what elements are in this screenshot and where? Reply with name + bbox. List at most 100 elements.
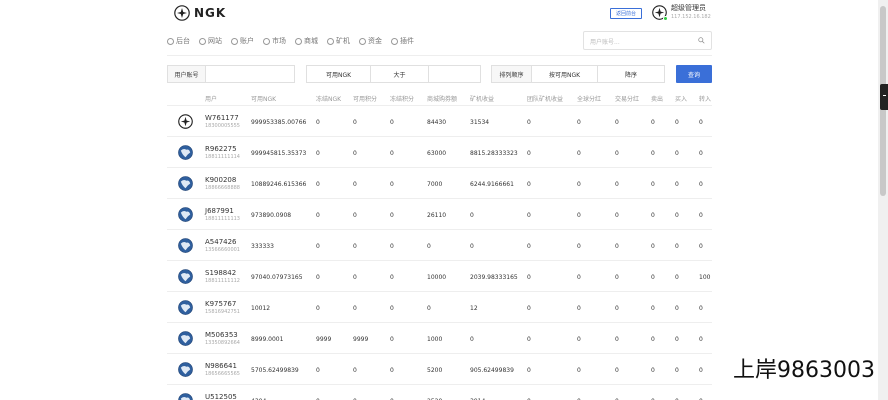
table-row[interactable]: S198842 18811111112 97040.07973165 0 0 0 10000… xyxy=(167,261,712,292)
table-cell: 0 xyxy=(699,150,703,157)
table-cell: 5200 xyxy=(427,367,443,374)
column-header[interactable]: 商城购券额 xyxy=(427,94,457,103)
operator-select[interactable]: 大于 xyxy=(370,65,429,83)
nav-item-7[interactable]: 插件 xyxy=(391,36,414,46)
user-name: 超级管理员 xyxy=(671,4,706,12)
table-cell: 9999 xyxy=(353,336,369,343)
table-row[interactable]: J687991 18811111113 973890.0908 0 0 0 26110 0 0 0… xyxy=(167,199,712,230)
sort-field-select[interactable]: 按可用NGK xyxy=(531,65,598,83)
user-id[interactable]: A547426 xyxy=(205,238,237,246)
column-header[interactable]: 全球分红 xyxy=(577,94,601,103)
nav-item-6[interactable]: 资金 xyxy=(359,36,382,46)
table-cell: 97040.07973165 xyxy=(251,274,303,281)
table-cell: 5705.62499839 xyxy=(251,367,299,374)
nav-item-0[interactable]: 后台 xyxy=(167,36,190,46)
nav-search-box[interactable]: 用户账号... xyxy=(583,31,712,50)
column-header[interactable]: 用户 xyxy=(205,94,217,103)
user-id[interactable]: W761177 xyxy=(205,114,239,122)
user-id[interactable]: R962275 xyxy=(205,145,237,153)
table-cell: 0 xyxy=(527,181,531,188)
column-header[interactable]: 可用积分 xyxy=(353,94,377,103)
table-cell: 0 xyxy=(527,119,531,126)
column-header[interactable]: 可用NGK xyxy=(251,94,276,103)
nav-item-label: 后台 xyxy=(176,37,190,45)
user-id[interactable]: N986641 xyxy=(205,362,237,370)
table-cell: 10012 xyxy=(251,305,271,312)
user-id[interactable]: K900208 xyxy=(205,176,236,184)
column-header[interactable]: 买入 xyxy=(675,94,687,103)
table-row[interactable]: A547426 13566660001 333333 0 0 0 0 0 0 0 0 0 0 0 xyxy=(167,230,712,261)
column-header[interactable]: 冻结积分 xyxy=(390,94,414,103)
table-cell: 0 xyxy=(615,119,619,126)
table-cell: 0 xyxy=(470,212,474,219)
table-cell: 0 xyxy=(390,119,394,126)
table-cell: 0 xyxy=(651,336,655,343)
user-id[interactable]: K975767 xyxy=(205,300,236,308)
nav-item-4[interactable]: 商城 xyxy=(295,36,318,46)
table-cell: 0 xyxy=(353,150,357,157)
search-icon[interactable] xyxy=(698,37,705,44)
table-cell: 0 xyxy=(527,243,531,250)
nav-item-label: 资金 xyxy=(368,37,382,45)
watermark-text: 上岸9863003 xyxy=(733,358,875,383)
table-cell: 0 xyxy=(316,181,320,188)
user-menu[interactable]: 超级管理员 117.152.16.182 xyxy=(652,4,711,21)
column-header[interactable]: 转入 xyxy=(699,94,711,103)
column-header[interactable]: 冻结NGK xyxy=(316,94,341,103)
user-phone: 18300005555 xyxy=(205,123,240,129)
table-row[interactable]: K900208 18866668888 10889246.615366 0 0 0 7000… xyxy=(167,168,712,199)
search-button[interactable]: 查询 xyxy=(676,65,712,83)
table-header: 用户 可用NGK 冻结NGK 可用积分 冻结积分 商城购券额 矿机收益 团队矿机收益 全球分红 交… xyxy=(167,90,712,106)
cart-icon xyxy=(295,37,302,45)
nav-item-3[interactable]: 市场 xyxy=(263,36,286,46)
table-cell: 8999.0001 xyxy=(251,336,284,343)
column-header[interactable]: 团队矿机收益 xyxy=(527,94,563,103)
table-row[interactable]: R962275 18811111114 999945815.35373 0 0 0 6300… xyxy=(167,137,712,168)
nav-item-2[interactable]: 账户 xyxy=(231,36,254,46)
nav-item-1[interactable]: 网站 xyxy=(199,36,222,46)
table-cell: 1000 xyxy=(427,336,443,343)
side-panel-tab[interactable] xyxy=(880,84,888,110)
globe-avatar-icon xyxy=(178,145,193,160)
table-cell: 0 xyxy=(470,243,474,250)
globe-avatar-icon xyxy=(178,238,193,253)
table-cell: 0 xyxy=(699,119,703,126)
column-header[interactable]: 卖出 xyxy=(651,94,663,103)
user-id[interactable]: S198842 xyxy=(205,269,236,277)
page-scrollbar[interactable] xyxy=(878,0,888,400)
column-header[interactable]: 矿机收益 xyxy=(470,94,494,103)
user-id[interactable]: J687991 xyxy=(205,207,234,215)
table-cell: 0 xyxy=(390,336,394,343)
table-cell: 0 xyxy=(699,243,703,250)
table-cell: 0 xyxy=(316,150,320,157)
table-cell: 10000 xyxy=(427,274,447,281)
table-cell: 0 xyxy=(699,181,703,188)
table-row[interactable]: K975767 15816942751 10012 0 0 0 0 12 0 0 0 0 0 0 xyxy=(167,292,712,323)
user-id[interactable]: M506353 xyxy=(205,331,238,339)
table-cell: 9999 xyxy=(316,336,332,343)
sort-order-select[interactable]: 降序 xyxy=(597,65,665,83)
logo-avatar-icon xyxy=(178,114,193,129)
nav-divider xyxy=(167,55,712,56)
nav-item-5[interactable]: 矿机 xyxy=(327,36,350,46)
user-id[interactable]: U512505 xyxy=(205,393,237,400)
user-phone: 18866668888 xyxy=(205,185,240,191)
amount-filter-input[interactable] xyxy=(428,65,481,83)
globe-avatar-icon xyxy=(178,393,193,400)
account-filter-input[interactable] xyxy=(205,65,295,83)
back-to-frontend-button[interactable]: 返回前台 xyxy=(610,8,642,19)
table-row[interactable]: M506353 13350892664 8999.0001 9999 9999 0 1000… xyxy=(167,323,712,354)
nav-search-input[interactable]: 用户账号... xyxy=(590,37,620,46)
field-select[interactable]: 可用NGK xyxy=(306,65,371,83)
table-cell: 0 xyxy=(615,150,619,157)
column-header[interactable]: 交易分红 xyxy=(615,94,639,103)
table-cell: 0 xyxy=(651,274,655,281)
table-row[interactable]: W761177 18300005555 999953385.00766 0 0 0 8443… xyxy=(167,106,712,137)
table-row[interactable]: U512505430400025203914000000 xyxy=(167,385,712,400)
logo[interactable]: NGK xyxy=(174,5,226,21)
table-cell: 0 xyxy=(527,150,531,157)
table-row[interactable]: N986641 18656665565 5705.62499839 0 0 0 5200 90… xyxy=(167,354,712,385)
nav-item-label: 账户 xyxy=(240,37,254,45)
globe-avatar-icon xyxy=(178,362,193,377)
table-cell: 0 xyxy=(651,305,655,312)
